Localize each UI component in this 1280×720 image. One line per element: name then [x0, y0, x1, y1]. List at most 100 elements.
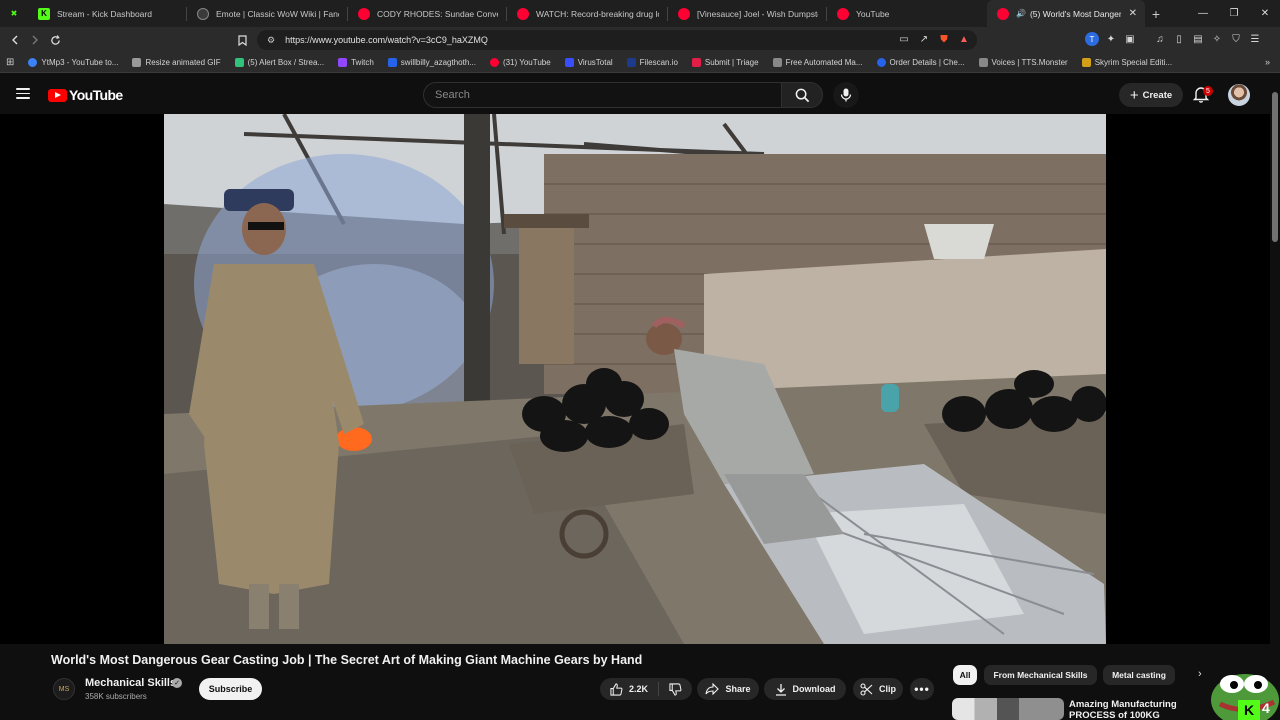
forward-icon[interactable]: [25, 30, 45, 50]
bookmark-item[interactable]: (5) Alert Box / Strea...: [234, 58, 324, 67]
tab-label: Stream - Kick Dashboard: [57, 8, 152, 19]
bookmark-label: Skyrim Special Editi...: [1094, 58, 1173, 67]
bookmark-item[interactable]: Voices | TTS.Monster: [978, 58, 1068, 67]
bookmark-label: Filescan.io: [639, 58, 678, 67]
bookmark-label: YtMp3 - YouTube to...: [41, 58, 119, 67]
channel-avatar[interactable]: MS: [53, 678, 75, 700]
bookmark-item[interactable]: Submit | Triage: [691, 58, 759, 67]
site-info-icon[interactable]: ⚙: [267, 35, 275, 46]
bookmark-item[interactable]: (31) YouTube: [489, 58, 551, 67]
bookmark-favicon-icon: [772, 58, 782, 67]
fandom-icon: [197, 7, 209, 20]
tab-2[interactable]: CODY RHODES: Sundae Conversati: [348, 0, 506, 27]
bookmark-label: Free Automated Ma...: [785, 58, 863, 67]
bookmark-label: Resize animated GIF: [145, 58, 221, 67]
page-scrollbar[interactable]: [1270, 74, 1280, 720]
leo-ai-icon[interactable]: ✧: [1210, 32, 1224, 46]
like-count: 2.2K: [628, 684, 648, 694]
picture-in-picture-icon[interactable]: ▭: [897, 32, 911, 46]
address-bar[interactable]: ⚙ https://www.youtube.com/watch?v=3cC9_h…: [257, 30, 977, 50]
more-actions-icon[interactable]: •••: [910, 678, 934, 700]
video-player[interactable]: [0, 114, 1270, 644]
bookmark-item[interactable]: Order Details | Che...: [876, 58, 965, 67]
thumbs-up-icon: [610, 682, 623, 696]
bookmark-item[interactable]: Twitch: [338, 58, 374, 67]
bookmark-favicon-icon: [387, 58, 397, 67]
youtube-icon: [517, 7, 529, 20]
bookmark-item[interactable]: Filescan.io: [626, 58, 678, 67]
back-icon[interactable]: [5, 30, 25, 50]
bookmark-item[interactable]: Skyrim Special Editi...: [1081, 58, 1173, 67]
youtube-logo[interactable]: YouTube: [48, 87, 123, 103]
bookmark-item[interactable]: Resize animated GIF: [132, 58, 221, 67]
download-button[interactable]: Download: [764, 678, 846, 700]
speaker-icon[interactable]: 🔊: [1016, 9, 1026, 18]
bookmark-icon[interactable]: [232, 30, 252, 50]
brave-rewards-icon[interactable]: ▲: [957, 32, 971, 46]
new-tab-icon[interactable]: +: [1145, 6, 1167, 22]
youtube-logo-text: YouTube: [69, 87, 123, 103]
chip-all[interactable]: All: [953, 665, 977, 685]
minimize-icon[interactable]: —: [1188, 0, 1218, 27]
bookmark-item[interactable]: swillbilly_azagthoth...: [387, 58, 476, 67]
youtube-icon: [678, 7, 690, 20]
plus-icon: +: [1129, 86, 1139, 104]
brave-shield-icon[interactable]: ⛊: [937, 32, 951, 46]
video-frame[interactable]: [164, 114, 1106, 644]
like-dislike-group: 2.2K: [600, 678, 692, 700]
media-icon[interactable]: ♫: [1153, 32, 1167, 46]
bookmark-item[interactable]: YtMp3 - YouTube to...: [28, 58, 118, 67]
clip-button[interactable]: Clip: [853, 678, 903, 700]
search-input[interactable]: Search: [423, 82, 782, 108]
wallet-icon[interactable]: ▤: [1191, 32, 1205, 46]
sidebar-icon[interactable]: ▯: [1172, 32, 1186, 46]
share-page-icon[interactable]: ↗: [917, 32, 931, 46]
vpn-icon[interactable]: ⛉: [1229, 32, 1243, 46]
chip-metal-casting[interactable]: Metal casting: [1103, 665, 1175, 685]
bookmark-favicon-icon: [691, 58, 701, 67]
apps-grid-icon[interactable]: ⊞: [6, 57, 14, 68]
tab-3[interactable]: WATCH: Record-breaking drug load: [507, 0, 667, 27]
bookmark-favicon-icon: [626, 58, 636, 67]
menu-icon[interactable]: ☰: [1248, 32, 1262, 46]
tab-search-icon[interactable]: ✖: [0, 0, 28, 27]
maximize-icon[interactable]: ❐: [1219, 0, 1249, 27]
translate-extension-icon[interactable]: T: [1085, 32, 1099, 46]
search-button[interactable]: [781, 82, 823, 108]
tab-0[interactable]: K Stream - Kick Dashboard: [28, 0, 186, 27]
verified-check-icon: ✓: [172, 678, 182, 688]
bookmark-favicon-icon: [28, 58, 38, 67]
close-window-icon[interactable]: ✕: [1250, 0, 1280, 27]
guide-menu-icon[interactable]: [16, 88, 30, 99]
bookmark-label: swillbilly_azagthoth...: [400, 58, 476, 67]
bookmark-favicon-icon: [234, 58, 244, 67]
like-button[interactable]: 2.2K: [610, 682, 659, 696]
recommended-video-title[interactable]: Amazing Manufacturing PROCESS of 100KG D…: [1069, 699, 1189, 720]
bookmark-favicon-icon: [489, 58, 499, 67]
dislike-button[interactable]: [665, 682, 682, 696]
tab-5[interactable]: YouTube: [827, 0, 987, 27]
tab-1[interactable]: Emote | Classic WoW Wiki | Fandom: [187, 0, 347, 27]
kick-small-icon: ✖: [10, 9, 18, 18]
bookmark-label: VirusTotal: [577, 58, 613, 67]
close-tab-icon[interactable]: ✕: [1129, 8, 1137, 19]
recommended-video-thumbnail[interactable]: [952, 698, 1064, 720]
chip-from-channel[interactable]: From Mechanical Skills: [984, 665, 1097, 685]
channel-name[interactable]: Mechanical Skills: [85, 677, 176, 689]
tab-6-active[interactable]: 🔊 (5) World's Most Dangerous ✕: [987, 0, 1145, 27]
scissors-icon: [860, 682, 873, 696]
bookmark-item[interactable]: VirusTotal: [564, 58, 613, 67]
create-button[interactable]: + Create: [1119, 83, 1183, 107]
scrollbar-thumb[interactable]: [1272, 92, 1278, 242]
more-bookmarks-icon[interactable]: »: [1265, 57, 1270, 67]
account-avatar[interactable]: [1228, 84, 1250, 106]
puzzle-icon[interactable]: ✦: [1104, 32, 1118, 46]
bookmark-label: Submit | Triage: [704, 58, 759, 67]
screenshot-icon[interactable]: ▣: [1123, 32, 1137, 46]
subscribe-button[interactable]: Subscribe: [199, 678, 262, 700]
voice-search-button[interactable]: [833, 82, 859, 108]
bookmark-item[interactable]: Free Automated Ma...: [772, 58, 863, 67]
reload-icon[interactable]: [45, 30, 65, 50]
tab-4[interactable]: [Vinesauce] Joel - Wish Dumpster D: [668, 0, 826, 27]
share-button[interactable]: Share: [697, 678, 759, 700]
